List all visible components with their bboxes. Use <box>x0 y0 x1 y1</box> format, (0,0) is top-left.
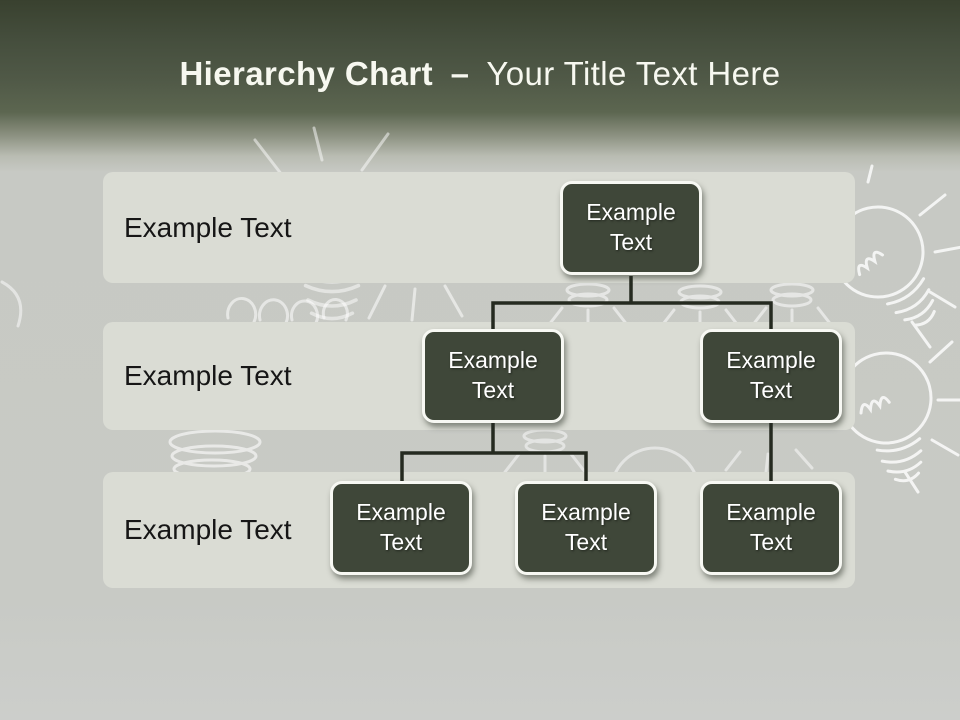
hierarchy-node-level2-right[interactable]: Example Text <box>700 329 842 423</box>
title-bold-text: Hierarchy Chart <box>179 55 433 92</box>
connector-mid-left <box>402 421 586 482</box>
connector-top <box>493 276 771 330</box>
hierarchy-node-level2-left[interactable]: Example Text <box>422 329 564 423</box>
title-placeholder-text: Your Title Text Here <box>486 55 780 92</box>
hierarchy-node-level3-second[interactable]: Example Text <box>515 481 657 575</box>
hierarchy-node-level3-third[interactable]: Example Text <box>700 481 842 575</box>
hierarchy-node-level3-first[interactable]: Example Text <box>330 481 472 575</box>
page-title[interactable]: Hierarchy Chart – Your Title Text Here <box>0 55 960 93</box>
slide-canvas: Hierarchy Chart – Your Title Text Here E… <box>0 0 960 720</box>
hierarchy-node-root[interactable]: Example Text <box>560 181 702 275</box>
title-separator: – <box>443 55 478 92</box>
